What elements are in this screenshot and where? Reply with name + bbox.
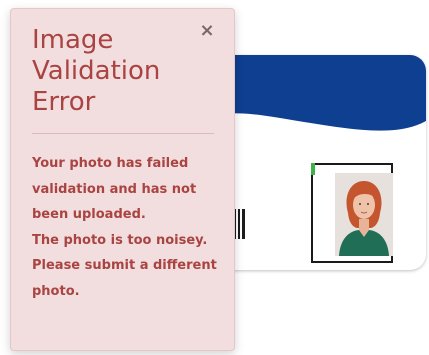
error-message-line: Your photo has failed validation and has… bbox=[32, 156, 197, 222]
portrait-image bbox=[335, 173, 393, 256]
close-button[interactable]: × bbox=[197, 21, 217, 41]
portrait-photo bbox=[335, 173, 393, 256]
popover-title: Image Validation Error bbox=[32, 25, 161, 117]
divider bbox=[32, 133, 214, 134]
close-icon: × bbox=[199, 20, 215, 41]
error-message: Your photo has failed validation and has… bbox=[32, 151, 227, 304]
photo-frame bbox=[311, 163, 393, 263]
error-message-line: Please submit a different photo. bbox=[32, 258, 217, 299]
frame-marker bbox=[311, 163, 315, 175]
error-message-line: The photo is too noisey. bbox=[32, 232, 208, 248]
image-validation-error-popover: Image Validation Error × Your photo has … bbox=[10, 8, 235, 351]
